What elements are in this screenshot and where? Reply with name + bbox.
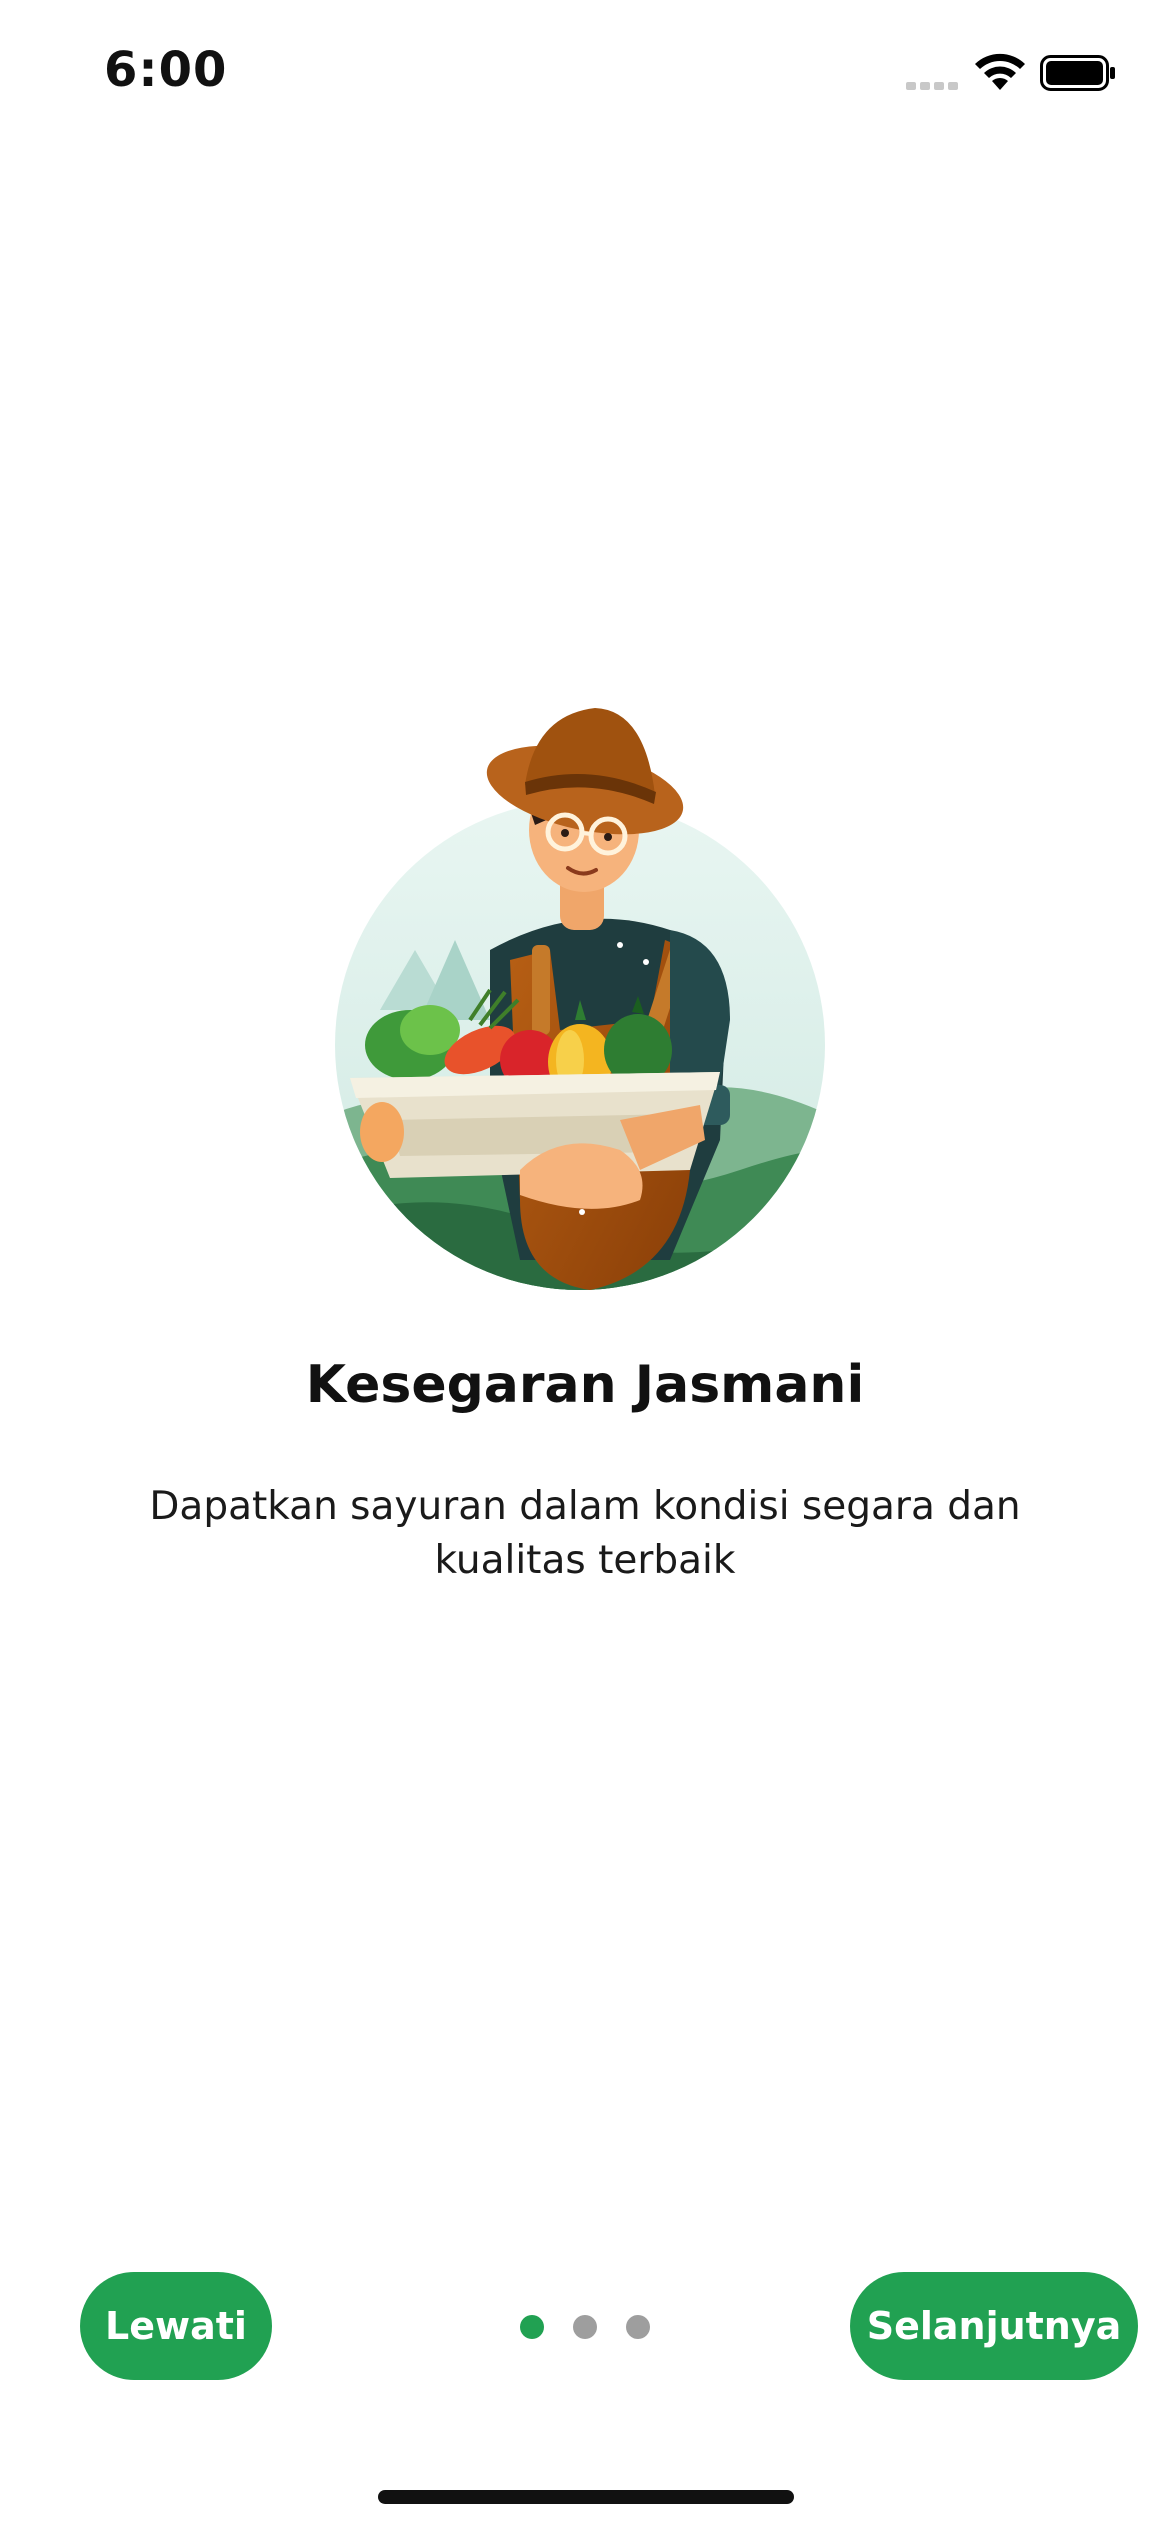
battery-icon (1040, 55, 1115, 91)
cellular-signal-icon (906, 82, 958, 90)
status-time: 6:00 (104, 42, 228, 98)
onboarding-description: Dapatkan sayuran dalam kondisi segara da… (149, 1484, 1021, 1583)
skip-button[interactable]: Lewati (80, 2272, 272, 2380)
status-bar: 6:00 (0, 0, 1170, 150)
next-button[interactable]: Selanjutnya (850, 2272, 1138, 2380)
page-dot-2[interactable] (573, 2315, 597, 2339)
onboarding-title: Kesegaran Jasmani (305, 1355, 865, 1415)
page-indicator (520, 2314, 650, 2340)
page-dot-1-active[interactable] (520, 2315, 544, 2339)
home-indicator[interactable] (378, 2490, 794, 2504)
wifi-icon (975, 53, 1025, 90)
page-dot-3[interactable] (626, 2315, 650, 2339)
farmer-illustration (335, 708, 825, 1290)
